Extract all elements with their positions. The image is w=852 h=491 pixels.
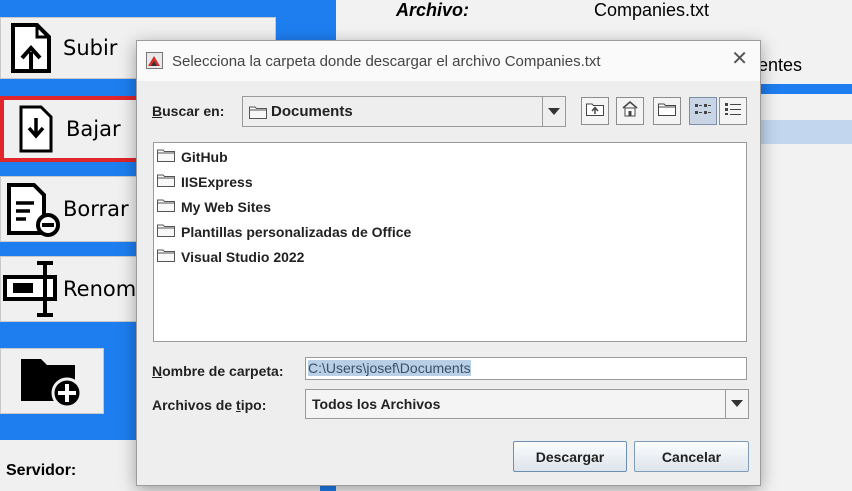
partial-label: entes (758, 55, 803, 75)
folder-icon (249, 105, 267, 124)
folder-name-value: C:\Users\josef\Documents (308, 360, 471, 376)
folder-name-input[interactable]: C:\Users\josef\Documents (305, 357, 747, 380)
folder-list-item[interactable]: My Web Sites (154, 196, 271, 218)
look-in-combo[interactable]: Documents (242, 96, 566, 127)
up-one-level-icon (586, 102, 604, 121)
chevron-down-icon[interactable] (725, 390, 748, 418)
folder-icon (157, 248, 175, 267)
cancel-button[interactable]: Cancelar (634, 441, 749, 472)
file-value: Companies.txt (594, 0, 710, 20)
folder-name: GitHub (181, 149, 228, 165)
dialog-title-bar: Selecciona la carpeta donde descargar el… (137, 41, 760, 81)
details-view-icon (724, 102, 742, 121)
file-type-value: Todos los Archivos (312, 396, 441, 412)
look-in-label: Buscar en: (152, 103, 225, 119)
delete-file-icon (1, 177, 63, 241)
home-button[interactable] (616, 97, 644, 125)
folder-list-item[interactable]: IISExpress (154, 171, 253, 193)
new-folder-icon (658, 102, 676, 121)
folder-icon (157, 198, 175, 217)
server-label: Servidor: (6, 462, 77, 479)
upload-button-label: Subir (63, 36, 118, 60)
file-label: Archivo: (396, 0, 470, 20)
blue-band (760, 84, 852, 94)
new-folder-tool-button[interactable] (653, 97, 681, 125)
folder-list-item[interactable]: Plantillas personalizadas de Office (154, 221, 411, 243)
java-app-icon (146, 52, 163, 69)
list-view-button[interactable] (689, 97, 717, 125)
list-view-icon (694, 102, 712, 121)
new-folder-button[interactable] (0, 348, 104, 414)
folder-list-item[interactable]: Visual Studio 2022 (154, 246, 304, 268)
look-in-value: Documents (271, 103, 353, 120)
folder-name: My Web Sites (181, 199, 271, 215)
home-icon (621, 100, 639, 122)
download-button-label: Bajar (66, 117, 121, 141)
folder-icon (157, 173, 175, 192)
add-folder-icon (19, 349, 85, 413)
download-file-icon (4, 100, 66, 158)
folder-list: GitHub IISExpress My Web Sites Plantillas p… (153, 142, 747, 342)
folder-icon (157, 148, 175, 167)
file-type-combo[interactable]: Todos los Archivos (305, 389, 749, 419)
file-type-label: Archivos de tipo: (152, 397, 267, 413)
folder-icon (157, 223, 175, 242)
chevron-down-icon[interactable] (542, 97, 565, 126)
up-one-level-button[interactable] (581, 97, 609, 125)
selected-row[interactable] (760, 120, 852, 144)
folder-name-label: Nombre de carpeta: (152, 363, 284, 379)
rename-icon (1, 257, 63, 321)
upload-file-icon (1, 18, 63, 78)
download-confirm-button[interactable]: Descargar (513, 441, 627, 472)
delete-button-label: Borrar (63, 197, 129, 221)
dialog-title: Selecciona la carpeta donde descargar el… (172, 53, 601, 70)
close-icon[interactable]: ✕ (731, 49, 748, 69)
details-view-button[interactable] (719, 97, 747, 125)
folder-name: IISExpress (181, 174, 253, 190)
folder-chooser-dialog: Selecciona la carpeta donde descargar el… (136, 40, 761, 486)
folder-name: Plantillas personalizadas de Office (181, 224, 412, 240)
folder-list-item[interactable]: GitHub (154, 146, 228, 168)
folder-name: Visual Studio 2022 (181, 249, 305, 265)
